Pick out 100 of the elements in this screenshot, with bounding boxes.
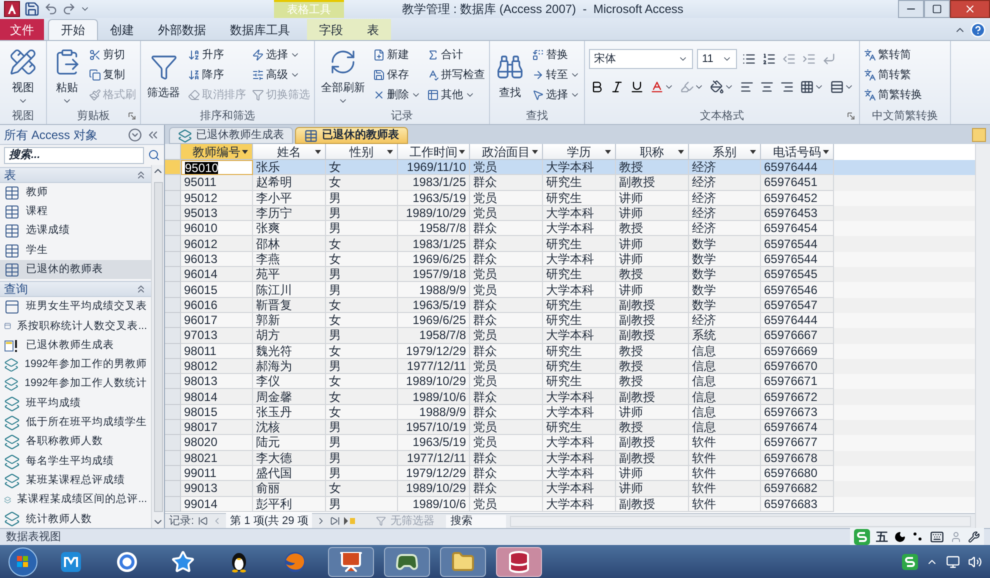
nav-item[interactable]: 各职称教师人数 [0, 432, 151, 452]
close-button[interactable] [950, 0, 990, 18]
column-header[interactable]: 电话号码 [761, 144, 834, 160]
table-row[interactable]: 99013 俞丽 女 1989/10/29 群众 大学本科 讲师 软件 65976682 [165, 481, 975, 497]
nav-item[interactable]: 低于所在班平均成绩学生 [0, 413, 151, 433]
nav-item[interactable]: 课程 [0, 202, 151, 222]
ribbon-button[interactable]: 视图 [2, 44, 44, 106]
dropdown-arrow-icon[interactable] [242, 150, 248, 154]
table-row[interactable]: 95012 李小平 男 1963/5/19 党员 研究生 讲师 经济 65976452 [165, 190, 975, 206]
table-row[interactable]: 98011 魏光符 女 1979/12/29 群众 研究生 教授 信息 65976669 [165, 344, 975, 359]
table-row[interactable]: 98012 郝海为 男 1977/12/11 党员 研究生 教授 信息 65976670 [165, 358, 975, 374]
table-row[interactable]: 96010 张爽 男 1958/7/8 群众 大学本科 教授 经济 65976454 [165, 221, 975, 236]
nav-item[interactable]: 选课成绩 [0, 222, 151, 241]
ribbon-button[interactable]: 升序 [186, 45, 248, 65]
table-row[interactable]: 98021 李大德 男 1977/12/11 群众 大学本科 副教授 软件 65976678 [165, 450, 975, 466]
ribbon-tab[interactable]: 表 [355, 19, 391, 40]
table-row[interactable]: 96012 邵林 女 1983/1/25 群众 研究生 讲师 数学 65976544 [165, 236, 975, 252]
nav-item[interactable]: 1992年参加工作人数统计 [0, 374, 151, 394]
nav-group-header[interactable]: 查询 [0, 281, 151, 298]
ribbon-tab[interactable]: 创建 [98, 19, 146, 40]
ribbon-button[interactable]: 繁转简 [862, 45, 948, 65]
undo-icon[interactable] [44, 2, 58, 16]
nav-item[interactable]: 班平均成绩 [0, 394, 151, 414]
moon-icon[interactable] [894, 531, 906, 543]
ribbon-button[interactable]: 删除 [371, 85, 423, 105]
nav-item[interactable]: 班男女生平均成绩交叉表 [0, 297, 151, 317]
ribbon-button[interactable]: 转至 [530, 65, 582, 85]
column-header[interactable]: 系别 [689, 144, 761, 160]
ime-logo-icon[interactable] [854, 529, 870, 545]
ribbon-tab[interactable]: 文件 [0, 19, 44, 40]
font-size-select[interactable]: 11 [697, 49, 737, 69]
column-header[interactable]: 学历 [543, 144, 616, 160]
horizontal-scrollbar[interactable] [510, 516, 971, 526]
table-row[interactable]: 99011 盛代国 男 1979/12/29 群众 大学本科 讲师 软件 65976680 [165, 466, 975, 482]
nav-item[interactable]: 系按职称统计人数交叉表... [0, 316, 151, 336]
dropdown-arrow-icon[interactable] [459, 150, 465, 154]
nav-item[interactable]: 教师 [0, 183, 151, 202]
table-row[interactable]: 96017 郭新 女 1969/6/25 群众 研究生 副教授 经济 65976444 [165, 312, 975, 328]
ribbon-tab[interactable]: 数据库工具 [218, 19, 302, 40]
launcher-icon[interactable] [128, 112, 136, 120]
nav-item[interactable]: 已退休的教师表 [0, 260, 151, 280]
document-tab[interactable]: 已退休教师生成表 [169, 127, 293, 144]
vertical-scrollbar[interactable] [975, 144, 990, 528]
keyboard-icon[interactable] [930, 530, 944, 544]
ribbon-button[interactable]: 降序 [186, 65, 248, 85]
ribbon-button[interactable]: 替换 [530, 45, 582, 65]
ribbon-tab[interactable]: 开始 [48, 19, 98, 40]
first-record-icon[interactable] [198, 516, 208, 526]
table-row[interactable]: 97013 胡方 男 1958/7/8 党员 大学本科 副教授 系统 65976667 [165, 328, 975, 344]
ribbon-button[interactable]: 全部刷新 [317, 44, 369, 106]
ribbon-button[interactable]: 查找 [492, 48, 528, 102]
table-row[interactable]: 96015 陈江川 男 1988/9/9 党员 大学本科 讲师 数学 65976546 [165, 282, 975, 298]
nav-item[interactable]: 某课程某成绩区间的总评... [0, 490, 151, 510]
launcher-icon[interactable] [847, 112, 855, 120]
help-icon[interactable] [970, 22, 986, 38]
ribbon-button[interactable]: 保存 [371, 65, 423, 85]
table-row[interactable]: 96014 苑平 男 1957/9/18 党员 研究生 教授 数学 65976545 [165, 267, 975, 282]
ime-mode[interactable]: 五 [876, 528, 888, 546]
nav-item[interactable]: 已退休教师生成表 [0, 336, 151, 356]
table-row[interactable]: 98017 沈核 男 1957/10/19 党员 研究生 教授 信息 65976674 [165, 420, 975, 436]
ribbon-button[interactable]: 拼写检查 [425, 65, 487, 85]
dropdown-arrow-icon[interactable] [750, 150, 756, 154]
search-icon[interactable] [148, 148, 160, 162]
record-position-field[interactable]: 第 1 项(共 29 项 [226, 512, 312, 528]
table-row[interactable]: 98020 陆元 男 1963/5/19 党员 大学本科 副教授 软件 65976677 [165, 435, 975, 451]
font-select[interactable]: 宋体 [589, 49, 693, 69]
nav-item[interactable]: 1992年参加工作的男教师 [0, 355, 151, 375]
save-icon[interactable] [24, 1, 40, 17]
table-row[interactable]: 95010 张乐 女 1969/11/10 党员 大学本科 教授 经济 65976444 [165, 160, 975, 176]
ribbon-button[interactable]: 复制 [87, 65, 138, 85]
column-header[interactable]: 性别 [326, 144, 398, 160]
start-button[interactable] [8, 546, 38, 576]
vertical-scrollbar[interactable] [151, 165, 164, 528]
wrench-icon[interactable] [968, 531, 980, 543]
ribbon-button[interactable]: 剪切 [87, 45, 138, 65]
column-header[interactable]: 工作时间 [398, 144, 470, 160]
ribbon-button[interactable]: 筛选器 [143, 48, 184, 102]
table-row[interactable]: 96013 李燕 女 1969/6/25 群众 大学本科 讲师 数学 65976544 [165, 252, 975, 268]
document-tab[interactable]: 已退休的教师表 [295, 127, 408, 144]
dropdown-arrow-icon[interactable] [387, 150, 393, 154]
nav-item[interactable]: 某班某课程总评成绩 [0, 471, 151, 490]
nav-item[interactable]: 每名学生平均成绩 [0, 452, 151, 472]
table-row[interactable]: 98013 李仪 女 1989/10/29 党员 研究生 教授 信息 65976671 [165, 374, 975, 390]
nav-item[interactable]: 统计教师人数 [0, 510, 151, 528]
ribbon-button[interactable]: 选择 [250, 45, 312, 65]
dropdown-arrow-icon[interactable] [678, 150, 684, 154]
table-row[interactable]: 96016 靳晋复 女 1963/5/19 群众 研究生 副教授 数学 65976547 [165, 298, 975, 313]
column-header[interactable]: 政治面目 [470, 144, 543, 160]
dropdown-icon[interactable] [128, 128, 142, 142]
dropdown-arrow-icon[interactable] [605, 150, 611, 154]
table-row[interactable]: 95011 赵希明 女 1983/1/25 群众 研究生 副教授 经济 65976451 [165, 175, 975, 191]
dropdown-arrow-icon[interactable] [532, 150, 538, 154]
dropdown-arrow-icon[interactable] [823, 150, 829, 154]
search-field[interactable]: 搜索 [446, 514, 506, 528]
ribbon-button[interactable]: 新建 [371, 45, 423, 65]
ribbon-button[interactable]: 简繁转换 [862, 85, 948, 105]
table-row[interactable]: 98014 周金馨 女 1989/10/6 群众 大学本科 副教授 信息 65976672 [165, 389, 975, 405]
punctuation-icon[interactable] [912, 531, 924, 543]
nav-item[interactable]: 学生 [0, 240, 151, 260]
ribbon-button[interactable]: 简转繁 [862, 65, 948, 85]
